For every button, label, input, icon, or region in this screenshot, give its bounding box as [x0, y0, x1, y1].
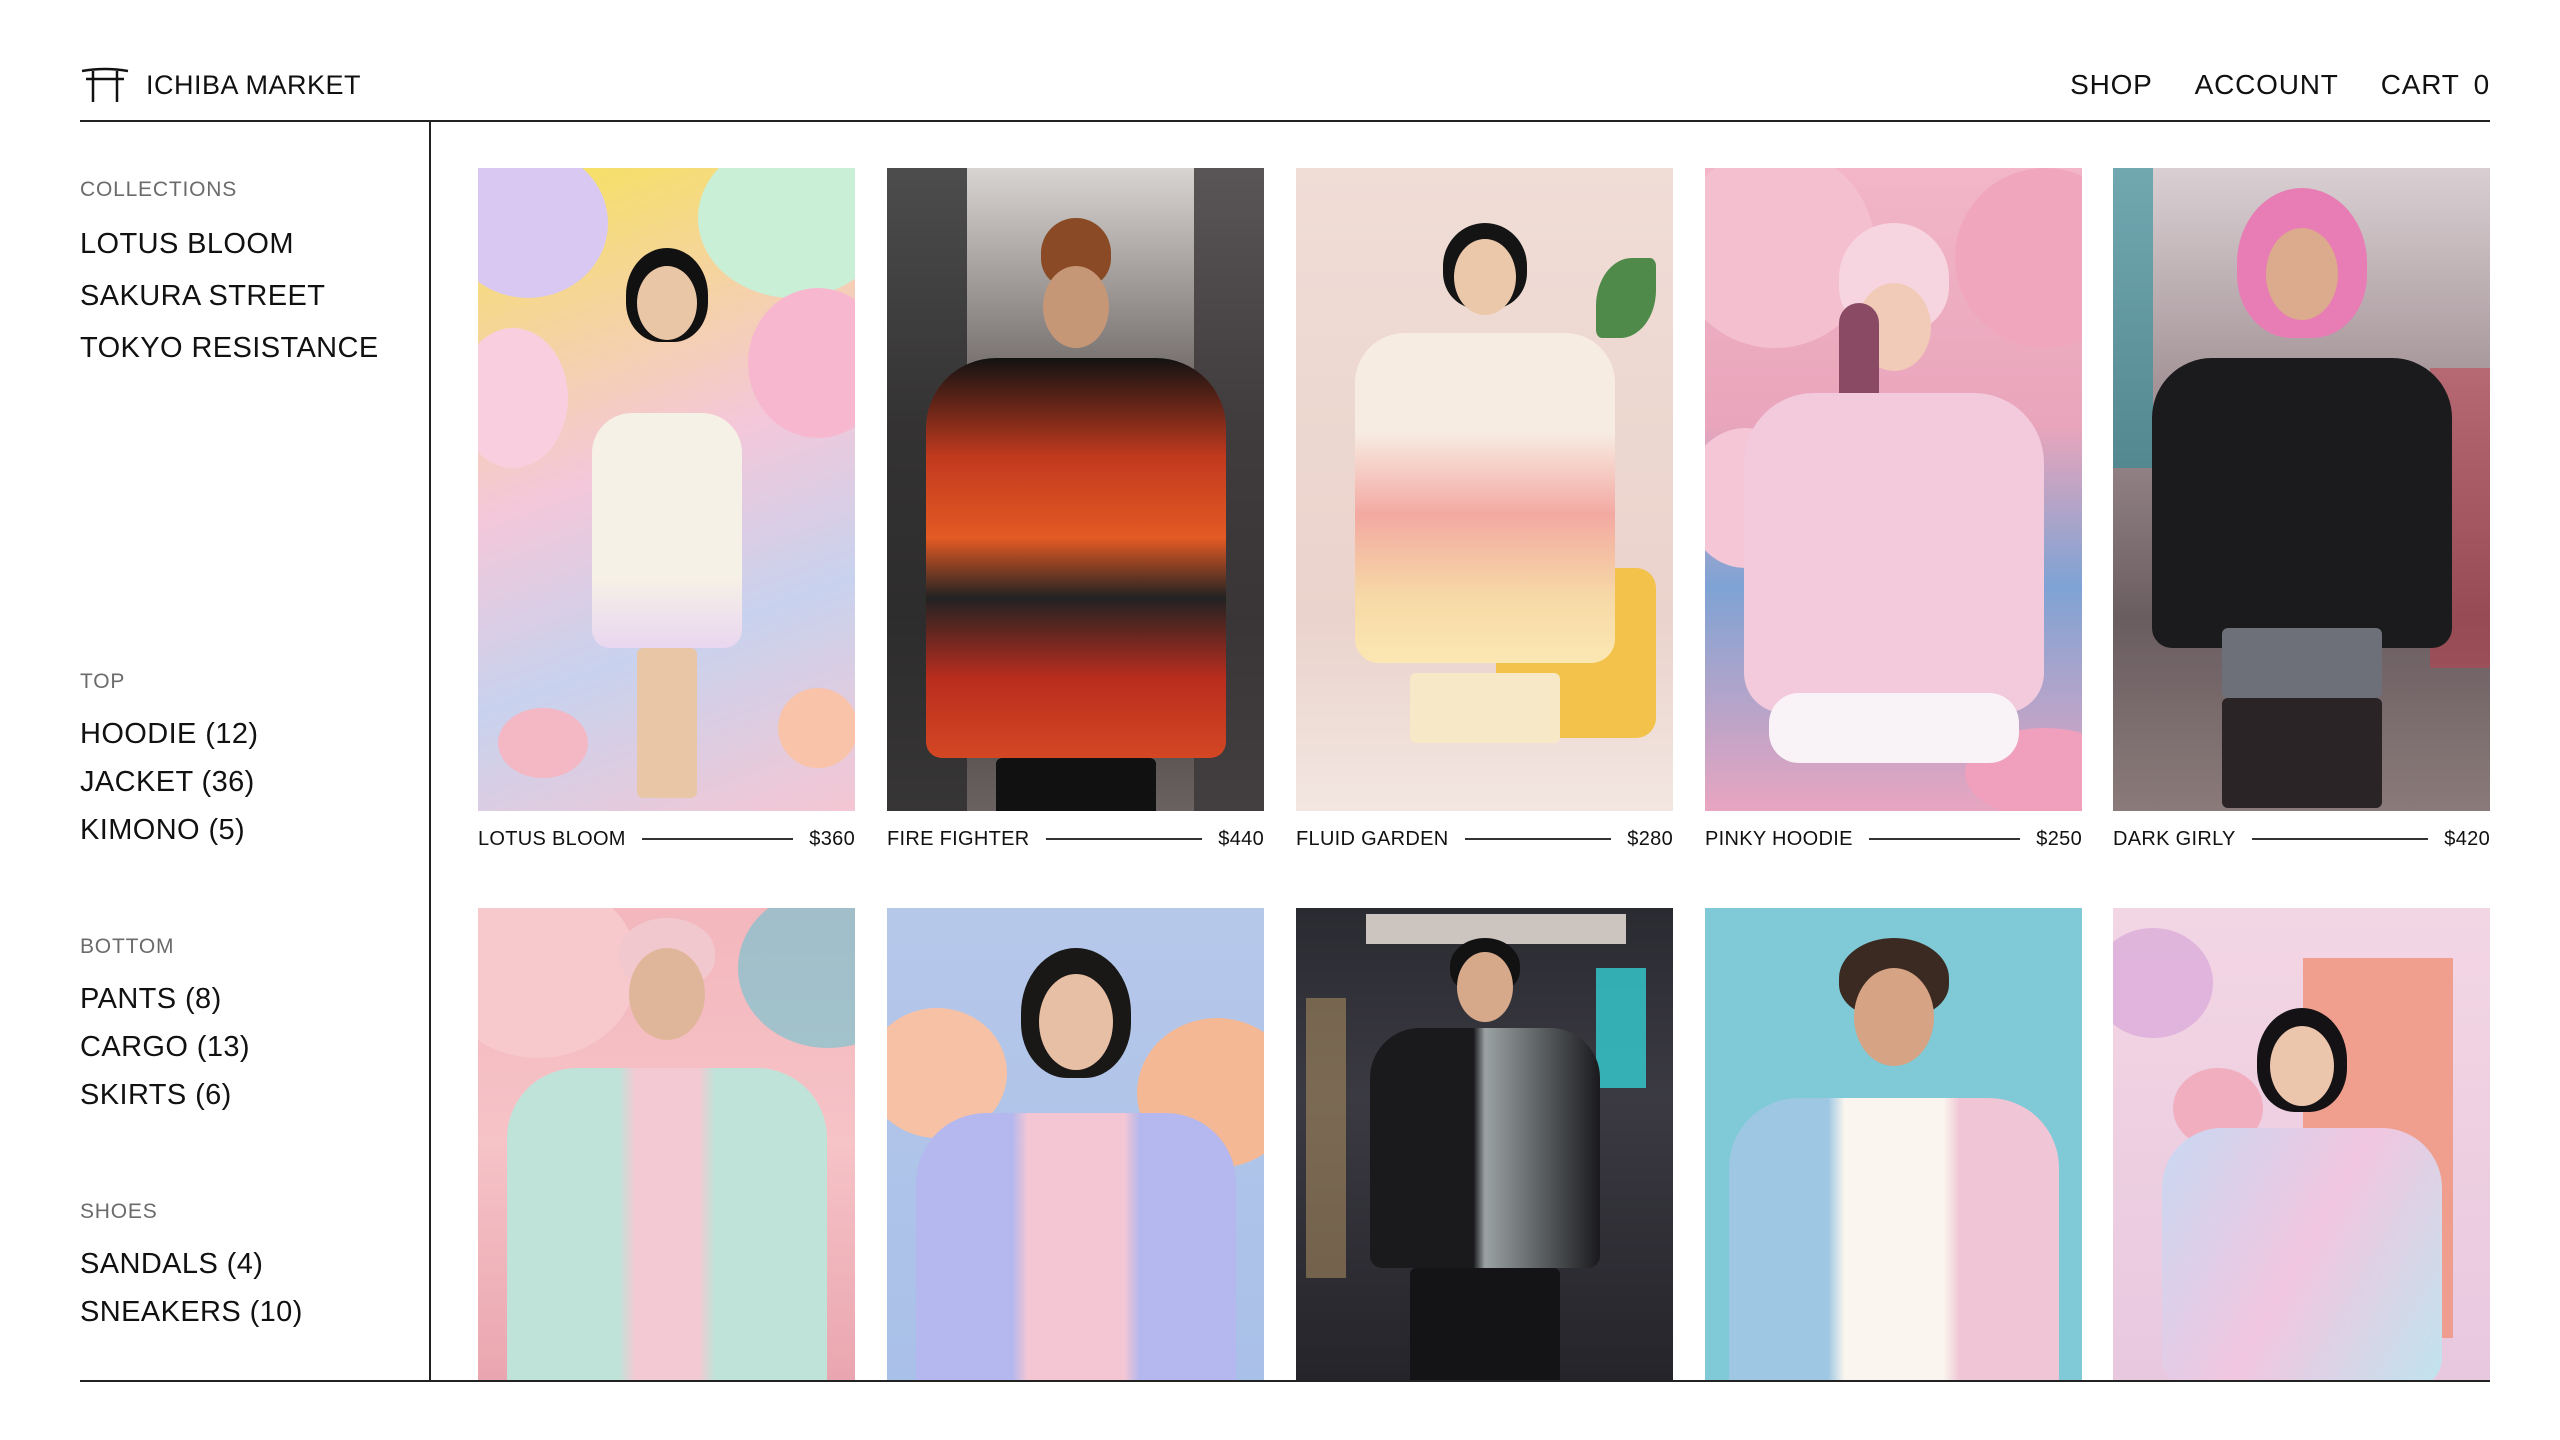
- product-price: $280: [1627, 827, 1673, 850]
- shoes-group: SHOES SANDALS (4) SNEAKERS (10): [80, 1200, 303, 1336]
- nav-shop[interactable]: SHOP: [2070, 69, 2153, 101]
- category-sandals[interactable]: SANDALS (4): [80, 1240, 303, 1288]
- brand-name: ICHIBA MARKET: [146, 69, 362, 100]
- category-pants[interactable]: PANTS (8): [80, 975, 250, 1023]
- product-image-fluid-garden[interactable]: [1296, 168, 1673, 811]
- category-cargo[interactable]: CARGO (13): [80, 1023, 250, 1071]
- product-meta: DARK GIRLY $420: [2113, 824, 2490, 854]
- product-image-fire-fighter[interactable]: [887, 168, 1264, 811]
- product-price: $360: [809, 827, 855, 850]
- top-list: HOODIE (12) JACKET (36) KIMONO (5): [80, 710, 258, 854]
- product-price: $440: [1218, 827, 1264, 850]
- collections-list: LOTUS BLOOM SAKURA STREET TOKYO RESISTAN…: [80, 218, 379, 374]
- collection-lotus-bloom[interactable]: LOTUS BLOOM: [80, 218, 379, 270]
- shoes-heading: SHOES: [80, 1200, 158, 1223]
- category-sneakers[interactable]: SNEAKERS (10): [80, 1288, 303, 1336]
- meta-divider-line: [641, 838, 794, 840]
- sidebar-divider: [429, 120, 431, 1382]
- product-image-lotus-bloom[interactable]: [478, 168, 855, 811]
- product-name: DARK GIRLY: [2113, 827, 2236, 850]
- product-price: $250: [2036, 827, 2082, 850]
- collection-sakura-street[interactable]: SAKURA STREET: [80, 270, 379, 322]
- product-name: PINKY HOODIE: [1705, 827, 1853, 850]
- bottom-group: BOTTOM PANTS (8) CARGO (13) SKIRTS (6): [80, 935, 250, 1119]
- product-image[interactable]: [2113, 908, 2490, 1380]
- category-hoodie[interactable]: HOODIE (12): [80, 710, 258, 758]
- top-heading: TOP: [80, 670, 126, 693]
- product-meta: FIRE FIGHTER $440: [887, 824, 1264, 854]
- product-meta: FLUID GARDEN $280: [1296, 824, 1673, 854]
- bottom-list: PANTS (8) CARGO (13) SKIRTS (6): [80, 975, 250, 1119]
- torii-gate-icon: [80, 67, 130, 103]
- collection-tokyo-resistance[interactable]: TOKYO RESISTANCE: [80, 322, 379, 374]
- nav-account[interactable]: ACCOUNT: [2195, 69, 2339, 101]
- main-nav: SHOP ACCOUNT CART 0: [2070, 69, 2490, 101]
- site-header: ICHIBA MARKET SHOP ACCOUNT CART 0: [80, 50, 2490, 120]
- product-image[interactable]: [1296, 908, 1673, 1380]
- product-image-pinky-hoodie[interactable]: [1705, 168, 2082, 811]
- product-image-dark-girly[interactable]: [2113, 168, 2490, 811]
- product-image[interactable]: [1705, 908, 2082, 1380]
- category-skirts[interactable]: SKIRTS (6): [80, 1071, 250, 1119]
- top-group: TOP HOODIE (12) JACKET (36) KIMONO (5): [80, 670, 258, 854]
- collections-heading: COLLECTIONS: [80, 178, 237, 201]
- cart-count: 0: [2473, 69, 2490, 100]
- meta-divider-line: [1464, 838, 1612, 840]
- product-meta: LOTUS BLOOM $360: [478, 824, 855, 854]
- product-meta: PINKY HOODIE $250: [1705, 824, 2082, 854]
- product-grid: LOTUS BLOOM $360 FIRE FIGHTER $440 FLUID…: [478, 168, 2490, 1380]
- meta-divider-line: [1045, 838, 1203, 840]
- cart-label: CART: [2380, 69, 2460, 100]
- product-price: $420: [2444, 827, 2490, 850]
- brand-logo[interactable]: ICHIBA MARKET: [80, 67, 361, 103]
- header-divider: [80, 120, 2490, 122]
- product-name: FLUID GARDEN: [1296, 827, 1449, 850]
- meta-divider-line: [1868, 838, 2021, 840]
- footer-divider: [80, 1380, 2490, 1382]
- bottom-heading: BOTTOM: [80, 935, 175, 958]
- product-image[interactable]: [478, 908, 855, 1380]
- shoes-list: SANDALS (4) SNEAKERS (10): [80, 1240, 303, 1336]
- product-name: LOTUS BLOOM: [478, 827, 626, 850]
- category-jacket[interactable]: JACKET (36): [80, 758, 258, 806]
- ichiba-market-page: ICHIBA MARKET SHOP ACCOUNT CART 0 COLLEC…: [0, 0, 2560, 1440]
- product-image[interactable]: [887, 908, 1264, 1380]
- nav-cart[interactable]: CART 0: [2381, 69, 2490, 101]
- meta-divider-line: [2251, 838, 2429, 840]
- category-kimono[interactable]: KIMONO (5): [80, 806, 258, 854]
- product-name: FIRE FIGHTER: [887, 827, 1030, 850]
- sidebar: COLLECTIONS LOTUS BLOOM SAKURA STREET TO…: [80, 120, 420, 1380]
- collections-group: COLLECTIONS LOTUS BLOOM SAKURA STREET TO…: [80, 178, 379, 374]
